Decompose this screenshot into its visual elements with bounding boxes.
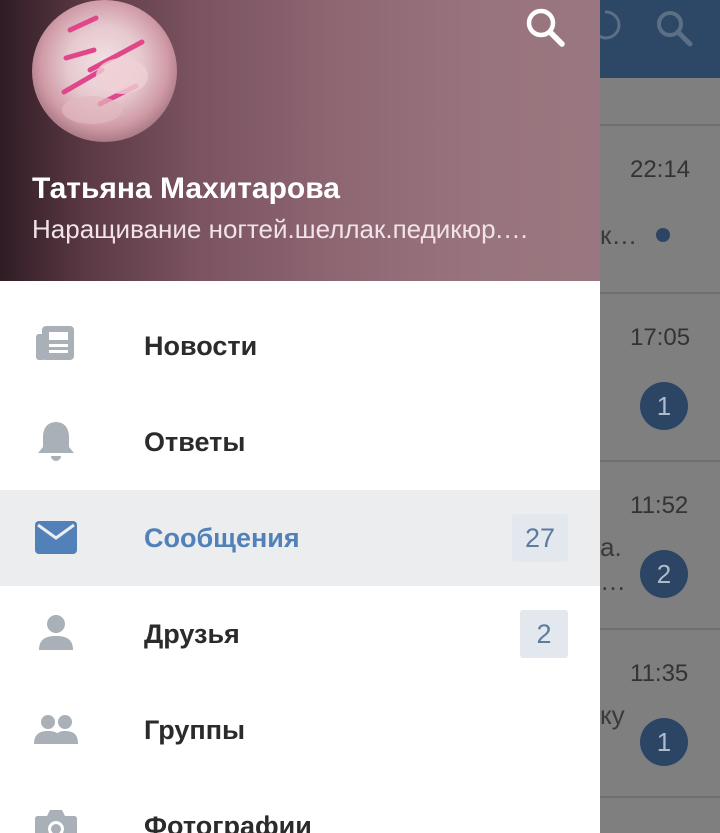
menu-item-news[interactable]: Новости [0,298,600,394]
unread-badge: 1 [640,382,688,430]
group-icon [32,706,80,754]
menu-item-label: Друзья [144,619,240,649]
menu-item-label: Фотографии [144,811,312,833]
person-icon [32,610,80,658]
unread-badge: 2 [640,550,688,598]
drawer-menu: Новости Ответы Сообщения 27 Друзья 2 Гру… [0,298,600,833]
unread-dot [656,228,670,242]
background-dialog-row: 11:35 ку 1 [600,628,720,796]
dialog-snippet: а. [600,532,622,562]
profile-header[interactable]: Татьяна Махитарова Наращивание ногтей.ше… [0,0,600,281]
navigation-drawer: Татьяна Махитарова Наращивание ногтей.ше… [0,0,600,833]
profile-status: Наращивание ногтей.шеллак.педикюр.… [32,214,529,244]
background-dialog-row: 11:52 а. … 2 [600,460,720,628]
unread-badge: 1 [640,718,688,766]
menu-item-label: Ответы [144,427,246,457]
profile-name: Татьяна Махитарова [32,172,340,205]
menu-item-label: Сообщения [144,523,300,553]
menu-item-label: Новости [144,331,258,361]
background-dialog-row [600,796,720,833]
bell-icon [32,418,80,466]
dialog-time: 17:05 [630,324,691,351]
friends-counter-badge: 2 [520,610,568,658]
menu-item-answers[interactable]: Ответы [0,394,600,490]
search-icon[interactable] [522,4,568,50]
camera-icon [32,802,80,833]
menu-item-messages[interactable]: Сообщения 27 [0,490,600,586]
menu-item-photos[interactable]: Фотографии [0,778,600,833]
background-dialog-row: 17:05 1 [600,292,720,460]
dialog-snippet: ку [600,700,625,730]
menu-item-friends[interactable]: Друзья 2 [0,586,600,682]
dialog-time: 22:14 [630,156,691,183]
dialog-time: 11:52 [630,492,689,519]
menu-item-label: Группы [144,715,246,745]
avatar[interactable] [32,0,177,142]
dialog-time: 11:35 [630,660,689,687]
newspaper-icon [32,322,80,370]
search-icon [654,8,694,53]
messages-counter-badge: 27 [512,514,568,562]
envelope-icon [32,514,80,562]
menu-item-groups[interactable]: Группы [0,682,600,778]
dialog-snippet: к… [600,220,638,250]
dialog-snippet: … [600,566,626,596]
background-dialog-row: 22:14 к… [600,124,720,292]
